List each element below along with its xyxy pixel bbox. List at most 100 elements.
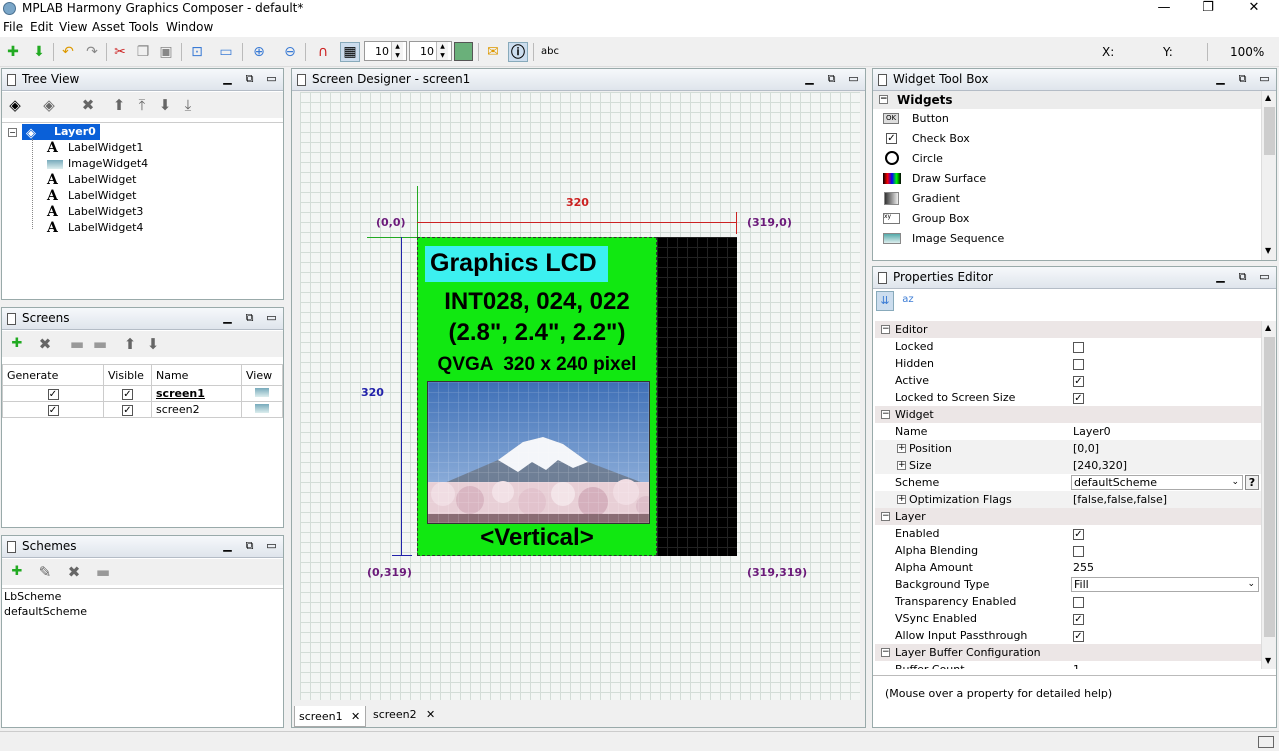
- property-row[interactable]: Transparency Enabled: [875, 593, 1261, 610]
- redo-icon[interactable]: ↷: [82, 42, 102, 62]
- tree-item-label[interactable]: A LabelWidget3: [47, 204, 143, 220]
- allow-input-passthrough-checkbox[interactable]: ✓: [1073, 630, 1084, 642]
- position-value[interactable]: [0,0]: [1073, 440, 1099, 457]
- expand-icon[interactable]: +: [897, 495, 906, 504]
- table-row[interactable]: ✓ ✓ screen1: [2, 385, 283, 402]
- list-item[interactable]: LbScheme: [4, 590, 61, 603]
- property-row[interactable]: Locked: [875, 338, 1261, 355]
- copy-scheme-icon[interactable]: ▬: [94, 563, 112, 581]
- info-icon[interactable]: ⓘ: [508, 42, 528, 62]
- collapse-icon[interactable]: −: [881, 325, 890, 334]
- tree-item-label[interactable]: A LabelWidget: [47, 172, 136, 188]
- minimize-panel-icon[interactable]: ▁: [220, 539, 235, 554]
- toolbox-item-image-sequence[interactable]: Image Sequence: [912, 232, 1004, 245]
- zoom-in-icon[interactable]: ⊕: [249, 42, 269, 62]
- grid-y-spinner[interactable]: 10 ▲ ▼: [409, 41, 452, 61]
- save-icon[interactable]: ⬇: [29, 42, 49, 62]
- column-header[interactable]: View: [241, 364, 283, 386]
- property-row[interactable]: Scheme defaultScheme ⌄ ?: [875, 474, 1261, 491]
- event-icon[interactable]: ✉: [483, 42, 503, 62]
- collapse-icon[interactable]: −: [881, 410, 890, 419]
- menu-file[interactable]: File: [3, 20, 23, 34]
- copy-screen-icon[interactable]: ▬: [68, 335, 86, 353]
- minimize-panel-icon[interactable]: ▁: [1213, 270, 1228, 285]
- vsync-enabled-checkbox[interactable]: ✓: [1073, 613, 1084, 625]
- new-icon[interactable]: ✚: [3, 42, 23, 62]
- tree-item-label[interactable]: A LabelWidget4: [47, 220, 143, 236]
- property-row[interactable]: Enabled ✓: [875, 525, 1261, 542]
- size-value[interactable]: [240,320]: [1073, 457, 1127, 474]
- minimize-panel-icon[interactable]: ▁: [220, 311, 235, 326]
- menu-edit[interactable]: Edit: [30, 20, 53, 34]
- property-row[interactable]: Active ✓: [875, 372, 1261, 389]
- property-row[interactable]: Buffer Count1: [875, 661, 1261, 669]
- generate-checkbox[interactable]: ✓: [47, 404, 59, 416]
- property-row[interactable]: Alpha Blending: [875, 542, 1261, 559]
- property-section-editor[interactable]: − Editor: [875, 321, 1261, 338]
- property-row[interactable]: Locked to Screen Size ✓: [875, 389, 1261, 406]
- name-value[interactable]: Layer0: [1073, 423, 1111, 440]
- minimize-panel-icon[interactable]: ▁: [1213, 72, 1228, 87]
- buffer-count-value[interactable]: 1: [1073, 661, 1080, 669]
- float-panel-icon[interactable]: ⧉: [824, 72, 839, 87]
- add-screen-icon[interactable]: ✚: [8, 335, 26, 353]
- locked-to-screen-size-checkbox[interactable]: ✓: [1073, 392, 1084, 404]
- lcd-model-label[interactable]: INT028, 024, 022: [418, 288, 656, 316]
- alpha-blending-checkbox[interactable]: [1073, 545, 1084, 557]
- toolbox-item-checkbox[interactable]: Check Box: [912, 132, 970, 145]
- maximize-panel-icon[interactable]: ▭: [1257, 270, 1272, 285]
- screen-name[interactable]: screen1: [151, 385, 242, 402]
- copy-icon[interactable]: ❐: [133, 42, 153, 62]
- add-scheme-icon[interactable]: ✚: [8, 563, 26, 581]
- menu-asset[interactable]: Asset: [92, 20, 125, 34]
- view-screen-icon[interactable]: [255, 388, 269, 397]
- lcd-resolution-label[interactable]: QVGA 320 x 240 pixel: [418, 354, 656, 376]
- view-screen-icon[interactable]: [255, 404, 269, 413]
- delete-screen-icon[interactable]: ✖: [36, 335, 54, 353]
- tab-screen2[interactable]: screen2 ✕: [370, 706, 442, 727]
- undo-icon[interactable]: ↶: [58, 42, 78, 62]
- move-down-icon[interactable]: ⬇: [144, 335, 162, 353]
- float-panel-icon[interactable]: ⧉: [1235, 72, 1250, 87]
- toolbox-item-gradient[interactable]: Gradient: [912, 192, 960, 205]
- property-row[interactable]: Name Layer0: [875, 423, 1261, 440]
- toolbox-item-circle[interactable]: Circle: [912, 152, 943, 165]
- widgets-section-header[interactable]: − Widgets: [873, 91, 1261, 109]
- zoom-out-icon[interactable]: ⊖: [280, 42, 300, 62]
- property-section-widget[interactable]: − Widget: [875, 406, 1261, 423]
- toolbox-scrollbar[interactable]: ▲ ▼: [1261, 91, 1276, 260]
- delete-scheme-icon[interactable]: ✖: [65, 563, 83, 581]
- float-panel-icon[interactable]: ⧉: [242, 539, 257, 554]
- float-panel-icon[interactable]: ⧉: [242, 72, 257, 87]
- property-row[interactable]: VSync Enabled ✓: [875, 610, 1261, 627]
- alpha-amount-value[interactable]: 255: [1073, 559, 1094, 576]
- paste-screen-icon[interactable]: ▬: [91, 335, 109, 353]
- transparency-enabled-checkbox[interactable]: [1073, 596, 1084, 608]
- generate-checkbox[interactable]: ✓: [47, 388, 59, 400]
- optimization-flags-value[interactable]: [false,false,false]: [1073, 491, 1167, 508]
- expand-icon[interactable]: +: [897, 444, 906, 453]
- scheme-dropdown[interactable]: defaultScheme ⌄: [1071, 475, 1243, 490]
- property-section-layer-buffer[interactable]: − Layer Buffer Configuration: [875, 644, 1261, 661]
- property-row[interactable]: + Optimization Flags [false,false,false]: [875, 491, 1261, 508]
- layer0-widget[interactable]: Graphics LCD INT028, 024, 022 (2.8", 2.4…: [417, 237, 657, 556]
- collapse-icon[interactable]: −: [879, 95, 888, 104]
- move-down-icon[interactable]: ⬇: [156, 96, 174, 114]
- property-row[interactable]: Allow Input Passthrough ✓: [875, 627, 1261, 644]
- sort-alphabetical-icon[interactable]: az: [899, 291, 917, 311]
- background-type-dropdown[interactable]: Fill ⌄: [1071, 577, 1259, 592]
- delete-icon[interactable]: ✖: [79, 96, 97, 114]
- column-header[interactable]: Name: [151, 364, 242, 386]
- menu-tools[interactable]: Tools: [129, 20, 159, 34]
- screen-name[interactable]: screen2: [151, 401, 242, 418]
- close-button[interactable]: ✕: [1232, 0, 1276, 18]
- property-section-layer[interactable]: − Layer: [875, 508, 1261, 525]
- menu-window[interactable]: Window: [166, 20, 213, 34]
- lcd-orientation-label[interactable]: <Vertical>: [418, 524, 656, 552]
- toolbox-item-button[interactable]: Button: [912, 112, 949, 125]
- grid-color-icon[interactable]: [454, 42, 473, 61]
- text-preview-button[interactable]: abc: [541, 46, 559, 57]
- move-up-icon[interactable]: ⬆: [121, 335, 139, 353]
- list-item[interactable]: defaultScheme: [4, 605, 87, 618]
- tree-item-label[interactable]: A LabelWidget1: [47, 140, 143, 156]
